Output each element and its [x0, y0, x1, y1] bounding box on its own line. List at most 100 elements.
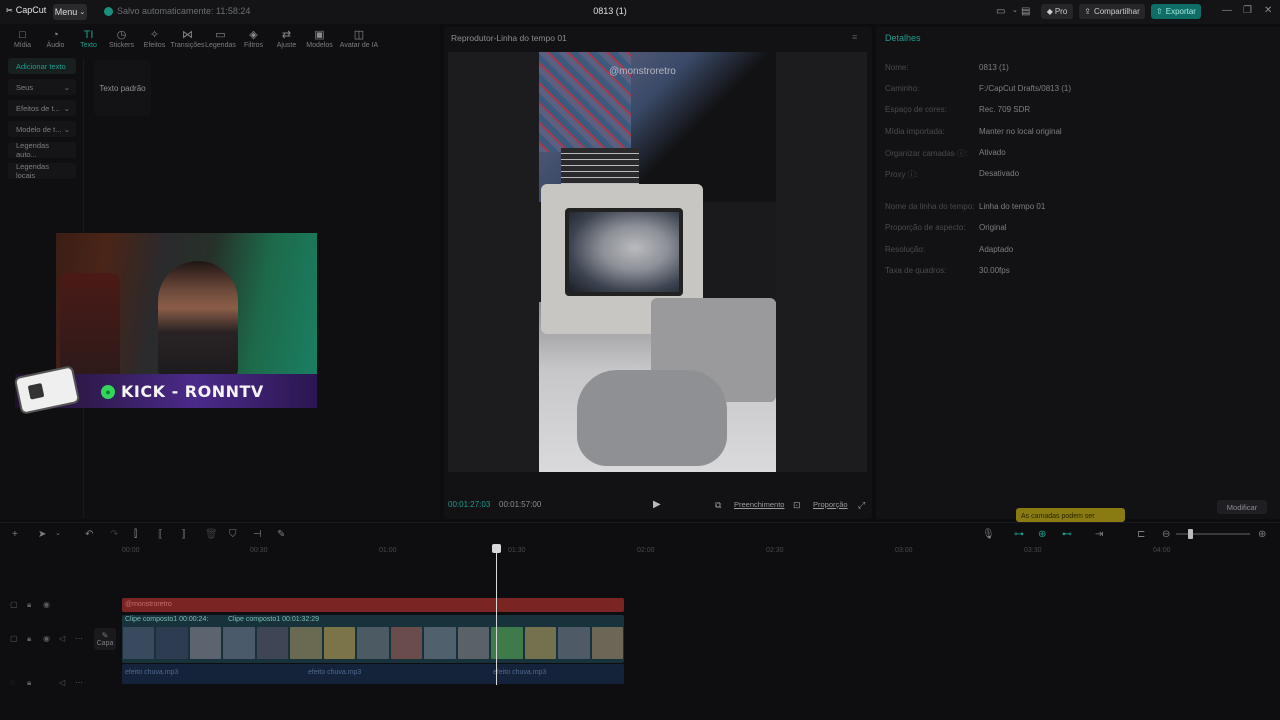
trim-left-icon[interactable]: ⟦ — [158, 529, 163, 540]
sidebar-item-yours[interactable]: Seus ⌄ — [8, 79, 76, 95]
audio-track-icon[interactable]: ◌ — [10, 678, 15, 687]
sidebar-item-add-text[interactable]: Adicionar texto — [8, 58, 76, 74]
play-icon[interactable]: ▶ — [653, 499, 661, 510]
fullscreen-icon[interactable]: ⤢ — [858, 500, 865, 511]
crop-icon[interactable]: ⊡ — [793, 500, 801, 511]
close-icon[interactable]: ✕ — [1264, 5, 1272, 16]
tab-stickers[interactable]: ◷ Stickers — [105, 27, 138, 51]
eye-icon[interactable]: ◉ — [43, 634, 50, 643]
lock-icon[interactable]: 🔒︎ — [27, 678, 31, 688]
template-icon: ▣ — [314, 28, 325, 41]
cover-label: Capa — [96, 640, 114, 647]
audio-clip-label: efeito chuva.mp3 — [493, 669, 547, 676]
tab-ai-avatar[interactable]: ◫ Avatar de IA — [336, 27, 382, 51]
chevron-down-icon[interactable]: ⌄ — [1012, 6, 1018, 14]
sidebar-item-auto-captions[interactable]: Legendas auto... — [8, 141, 76, 159]
video-preview[interactable]: @monstroretro — [539, 52, 776, 472]
menu-button[interactable]: Menu ⌄ — [53, 4, 87, 20]
export-button[interactable]: ⇧ Exportar — [1151, 4, 1201, 19]
share-label: Compartilhar — [1093, 7, 1140, 16]
ruler-tick: 03:30 — [1024, 547, 1042, 554]
track-checkbox-icon[interactable]: ▢ — [10, 600, 18, 609]
snap-icon[interactable]: ⊷ — [1062, 529, 1072, 540]
chevron-down-icon[interactable]: ⌄ — [55, 529, 61, 537]
modify-button[interactable]: Modificar — [1217, 500, 1267, 514]
delete-icon[interactable]: 🗑 — [205, 529, 218, 540]
capcut-logo-icon: ✂ — [6, 5, 13, 15]
split-icon[interactable]: ⫿ — [134, 529, 137, 540]
tab-captions[interactable]: ▭ Legendas — [204, 27, 237, 51]
avatar-icon: ◫ — [353, 28, 365, 41]
fit-icon[interactable]: ⧉ — [715, 500, 721, 511]
zoom-slider-handle[interactable] — [1188, 529, 1193, 539]
cover-button[interactable]: ✎ Capa — [94, 628, 116, 650]
detail-row: Resolução: Adaptado — [885, 245, 1275, 254]
link-icon[interactable]: ⊶ — [1014, 529, 1024, 540]
playhead[interactable] — [496, 545, 497, 685]
tab-effects[interactable]: ✧ Efeitos — [138, 27, 171, 51]
minimize-icon[interactable]: — — [1222, 5, 1232, 16]
share-icon: ⇪ — [1084, 7, 1091, 16]
maximize-icon[interactable]: ❐ — [1243, 5, 1252, 16]
tab-filters[interactable]: ◈ Filtros — [237, 27, 270, 51]
thumbnail — [558, 627, 590, 659]
microphone-icon[interactable]: 🎙 — [982, 529, 995, 540]
text-clip[interactable]: @monstroretro — [122, 598, 624, 612]
eye-icon[interactable]: ◉ — [43, 600, 50, 609]
detail-value: 0813 (1) — [979, 63, 1009, 72]
thumbnail — [524, 627, 557, 659]
banner-text: KICK - RONNTV — [121, 382, 264, 401]
fill-button[interactable]: Preenchimento — [734, 500, 784, 509]
lock-icon[interactable]: 🔒︎ — [27, 600, 31, 610]
layers-tooltip: As camadas podem ser — [1016, 508, 1125, 522]
zoom-in-icon[interactable]: ⊕ — [1258, 529, 1266, 540]
total-time: 00:01:57:00 — [499, 500, 542, 509]
thumbnail — [156, 627, 188, 659]
game-cases — [561, 148, 639, 188]
caption-icon[interactable]: ⊏ — [1137, 529, 1145, 540]
sidebar-item-text-templates[interactable]: Modelo de t... ⌄ — [8, 121, 76, 137]
ratio-button[interactable]: Proporção — [813, 500, 848, 509]
preview-axis-icon[interactable]: ⇥ — [1095, 529, 1103, 540]
redo-icon[interactable]: ↷ — [110, 529, 118, 540]
detail-key: Organizar camadas ⓘ: — [885, 149, 968, 158]
thumbnail — [424, 627, 456, 659]
more-icon[interactable]: ⋯ — [75, 678, 83, 687]
pro-button[interactable]: ◆ Pro — [1041, 4, 1073, 19]
share-button[interactable]: ⇪ Compartilhar — [1079, 4, 1145, 19]
volume-icon[interactable]: ◁ — [59, 634, 65, 643]
video-clip[interactable]: Clipe composto1 00:00:24: Clipe composto… — [122, 615, 624, 663]
magic-edit-icon[interactable]: ✎ — [277, 529, 285, 540]
more-icon[interactable]: ⋯ — [75, 634, 83, 643]
sidebar-item-local-captions[interactable]: Legendas locais — [8, 162, 76, 180]
menu-lines-icon[interactable]: ≡ — [852, 32, 857, 42]
tab-templates[interactable]: ▣ Modelos — [303, 27, 336, 51]
select-cursor-icon[interactable]: ➤ — [38, 529, 46, 540]
audio-clip[interactable]: efeito chuva.mp3 efeito chuva.mp3 efeito… — [122, 664, 624, 684]
text-icon: TI — [83, 28, 94, 41]
tab-transitions[interactable]: ⋈ Transições — [171, 27, 205, 51]
ruler-tick: 03:00 — [895, 547, 913, 554]
add-icon[interactable]: + — [12, 529, 18, 540]
time-ruler[interactable]: 00:00 00:30 01:00 01:30 02:00 02:30 03:0… — [120, 545, 1280, 557]
streamer-figure — [158, 261, 238, 379]
shield-icon[interactable]: ⛉ — [229, 529, 237, 540]
shortcuts-icon[interactable]: ▤ — [1021, 6, 1030, 17]
freeze-icon[interactable]: ⊣ — [253, 529, 262, 540]
tab-adjust[interactable]: ⇄ Ajuste — [270, 27, 303, 51]
sidebar-item-text-effects[interactable]: Efeitos de t... ⌄ — [8, 100, 76, 116]
lock-icon[interactable]: 🔒︎ — [27, 634, 31, 644]
magnet-icon[interactable]: ⊕ — [1038, 529, 1046, 540]
tab-text[interactable]: TI Texto — [72, 27, 105, 51]
thumbnail — [390, 627, 423, 659]
playhead-handle[interactable] — [492, 544, 501, 553]
track-checkbox-icon[interactable]: ▢ — [10, 634, 18, 643]
trim-right-icon[interactable]: ⟧ — [181, 529, 186, 540]
volume-icon[interactable]: ◁ — [59, 678, 65, 687]
zoom-out-icon[interactable]: ⊖ — [1162, 529, 1170, 540]
default-text-preset[interactable]: Texto padrão — [94, 60, 151, 116]
tab-audio[interactable]: ◔ Áudio — [39, 27, 72, 51]
layout-icon[interactable]: ▭ — [996, 6, 1005, 17]
tab-media[interactable]: □ Mídia — [6, 27, 39, 51]
undo-icon[interactable]: ↶ — [85, 529, 93, 540]
